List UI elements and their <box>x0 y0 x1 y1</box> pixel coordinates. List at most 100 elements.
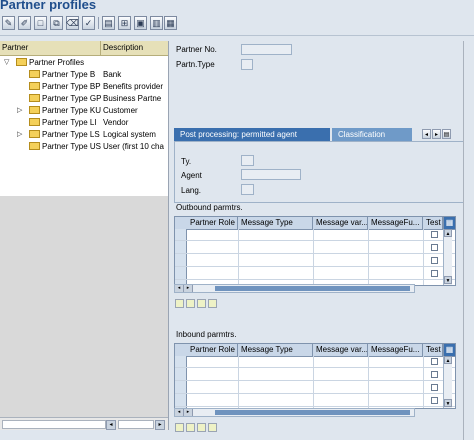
table-row[interactable] <box>175 369 455 381</box>
scroll-right-icon[interactable]: ▸ <box>184 409 193 416</box>
copy-icon[interactable]: ⧉ <box>50 16 63 30</box>
create-icon[interactable]: □ <box>34 16 47 30</box>
table-row[interactable] <box>175 395 455 407</box>
table-row[interactable] <box>175 382 455 394</box>
tab-classification[interactable]: Classification <box>332 128 412 141</box>
col-test[interactable]: Test <box>423 344 443 356</box>
change-icon[interactable]: ✐ <box>18 16 31 30</box>
tree-item[interactable]: Partner Type B Bank <box>0 69 168 80</box>
col-message-variant[interactable]: Message var... <box>313 217 368 229</box>
table-row[interactable] <box>175 229 455 241</box>
check-icon[interactable]: ✓ <box>82 16 95 30</box>
test-checkbox[interactable] <box>431 397 438 404</box>
create-row-icon[interactable] <box>186 299 195 308</box>
tree-horizontal-scrollbar[interactable]: ◂ ▸ <box>0 417 168 430</box>
col-partner-role[interactable]: Partner Role <box>187 344 238 356</box>
test-checkbox[interactable] <box>431 257 438 264</box>
change-row-icon[interactable] <box>197 299 206 308</box>
tab-list-icon[interactable]: ▤ <box>442 129 451 139</box>
org-icon[interactable]: ⊞ <box>118 16 131 30</box>
tree-item[interactable]: Partner Type GP Business Partne <box>0 93 168 104</box>
table-row[interactable] <box>175 356 455 368</box>
select-all-icon[interactable] <box>175 299 184 308</box>
delete-icon[interactable]: ⌫ <box>66 16 79 30</box>
table-settings-icon[interactable]: ▦ <box>443 217 455 229</box>
tab-post-processing[interactable]: Post processing: permitted agent <box>174 128 330 141</box>
test-checkbox[interactable] <box>431 244 438 251</box>
lang-field[interactable] <box>241 184 254 195</box>
partner-no-field[interactable] <box>241 44 292 55</box>
test-checkbox[interactable] <box>431 358 438 365</box>
delete-row-icon[interactable] <box>208 299 217 308</box>
tree-item[interactable]: Partner Type BP Benefits provider <box>0 81 168 92</box>
scroll-right-icon[interactable]: ▸ <box>184 285 193 292</box>
scroll-left-icon[interactable]: ◂ <box>175 409 184 416</box>
table-row[interactable] <box>175 242 455 254</box>
col-test[interactable]: Test <box>423 217 443 229</box>
scroll-up-icon[interactable]: ▲ <box>444 356 452 364</box>
outbound-horizontal-scrollbar[interactable]: ◂ ▸ <box>174 284 415 293</box>
test-checkbox[interactable] <box>431 231 438 238</box>
table-row[interactable] <box>175 255 455 267</box>
table-row[interactable] <box>175 268 455 280</box>
scroll-track[interactable] <box>2 420 106 429</box>
table-settings-icon[interactable]: ▦ <box>443 344 455 356</box>
tree-item[interactable]: Partner Type US User (first 10 cha <box>0 141 168 152</box>
expand-closed-icon[interactable]: ▷ <box>17 130 22 139</box>
tree-root-label: Partner Profiles <box>29 58 85 67</box>
display-icon[interactable]: ✎ <box>2 16 15 30</box>
overview-icon[interactable]: ▦ <box>164 16 177 30</box>
tab-scroll-left-icon[interactable]: ◂ <box>422 129 431 139</box>
tree-header: Partner Description <box>0 41 168 56</box>
tree-item-label: Partner Type GP <box>42 94 102 103</box>
expand-open-icon[interactable]: ▽ <box>4 58 9 67</box>
expand-closed-icon[interactable]: ▷ <box>17 106 22 115</box>
tree-item[interactable]: ▷ Partner Type LS Logical system <box>0 129 168 140</box>
col-message-variant[interactable]: Message var... <box>313 344 368 356</box>
scroll-left-icon[interactable]: ◂ <box>175 285 184 292</box>
col-message-type[interactable]: Message Type <box>238 217 313 229</box>
col-message-function[interactable]: MessageFu... <box>368 217 423 229</box>
agent-field[interactable] <box>241 169 301 180</box>
inbound-vertical-scrollbar[interactable]: ▲ ▼ <box>443 356 452 408</box>
application-toolbar: ✎ ✐ □ ⧉ ⌫ ✓ ▤ ⊞ ▣ ▥ ▦ <box>0 13 474 36</box>
outbound-title: Outbound parmtrs. <box>176 203 243 212</box>
ty-field[interactable] <box>241 155 254 166</box>
tree-header-description[interactable]: Description <box>103 43 143 52</box>
tab-scroll-right-icon[interactable]: ▸ <box>432 129 441 139</box>
scroll-thumb[interactable] <box>215 410 410 415</box>
scroll-up-icon[interactable]: ▲ <box>444 229 452 237</box>
tree-item-desc: Customer <box>103 106 138 115</box>
tree-item[interactable]: ▷ Partner Type KU Customer <box>0 105 168 116</box>
create-row-icon[interactable] <box>186 423 195 432</box>
tree-item[interactable]: Partner Type LI Vendor <box>0 117 168 128</box>
scroll-down-icon[interactable]: ▼ <box>444 276 452 284</box>
test-checkbox[interactable] <box>431 270 438 277</box>
folder-icon <box>29 142 40 150</box>
tree-root[interactable]: ▽ Partner Profiles <box>0 57 168 68</box>
details-icon[interactable]: ▣ <box>134 16 147 30</box>
select-all-icon[interactable] <box>175 423 184 432</box>
test-checkbox[interactable] <box>431 384 438 391</box>
scroll-down-icon[interactable]: ▼ <box>444 399 452 407</box>
col-message-function[interactable]: MessageFu... <box>368 344 423 356</box>
col-partner-role[interactable]: Partner Role <box>187 217 238 229</box>
inbound-horizontal-scrollbar[interactable]: ◂ ▸ <box>174 408 415 417</box>
folder-icon <box>29 82 40 90</box>
hierarchy-icon[interactable]: ▤ <box>102 16 115 30</box>
folder-icon <box>29 106 40 114</box>
partn-type-field[interactable] <box>241 59 253 70</box>
scroll-right-arrow-icon[interactable]: ▸ <box>155 420 165 430</box>
scroll-thumb[interactable] <box>215 286 410 291</box>
outbound-vertical-scrollbar[interactable]: ▲ ▼ <box>443 229 452 285</box>
scroll-track[interactable] <box>118 420 154 429</box>
scroll-left-arrow-icon[interactable]: ◂ <box>106 420 116 430</box>
col-message-type[interactable]: Message Type <box>238 344 313 356</box>
change-row-icon[interactable] <box>197 423 206 432</box>
partner-detail-panel: Partner No. Partn.Type Post processing: … <box>170 41 474 440</box>
test-checkbox[interactable] <box>431 371 438 378</box>
tree-header-partner[interactable]: Partner <box>2 43 28 52</box>
delete-row-icon[interactable] <box>208 423 217 432</box>
list-icon[interactable]: ▥ <box>150 16 163 30</box>
partner-no-label: Partner No. <box>176 45 217 54</box>
